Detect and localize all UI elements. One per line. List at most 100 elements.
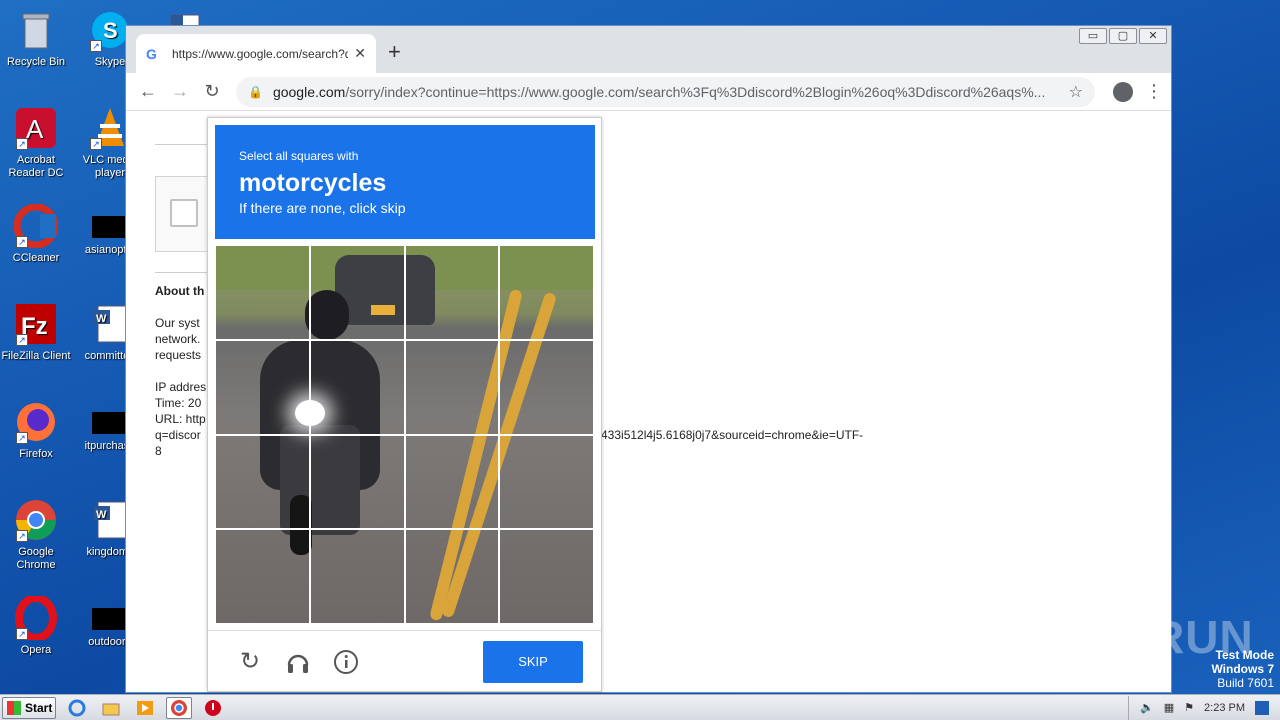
paragraph-line: requests [155, 348, 202, 362]
show-desktop-button[interactable] [1255, 700, 1269, 715]
challenge-tile[interactable] [404, 339, 500, 435]
tab-title: https://www.google.com/search?q= [172, 46, 349, 61]
challenge-tile[interactable] [215, 434, 310, 530]
bookmark-star-icon[interactable]: ☆ [1059, 82, 1083, 102]
skip-button[interactable]: SKIP [483, 640, 583, 683]
action-center-flag-icon[interactable]: ⚑ [1184, 701, 1194, 714]
desktop-icon-label: FileZilla Client [1, 350, 71, 362]
redacted-icon [92, 608, 128, 630]
reload-icon[interactable]: ↻ [198, 81, 226, 102]
shortcut-arrow-icon: ↗ [16, 432, 28, 444]
desktop-icon-chrome[interactable]: ↗ Google Chrome [0, 498, 72, 572]
network-icon[interactable]: ▦ [1164, 701, 1174, 714]
media-player-icon[interactable] [132, 697, 158, 719]
redacted-icon [92, 216, 128, 238]
google-favicon-icon: G [146, 45, 157, 62]
opera-icon: ↗ [14, 596, 58, 640]
challenge-tile[interactable] [499, 245, 594, 340]
recaptcha-checkbox[interactable] [170, 199, 198, 227]
browser-toolbar: ← → ↻ 🔒 google.com /sorry/index?continue… [126, 73, 1171, 111]
reload-challenge-icon[interactable]: ↻ [226, 642, 274, 682]
challenge-tile[interactable] [499, 434, 594, 530]
ip-address-label: IP addres [155, 380, 207, 394]
paragraph-line: Our syst [155, 316, 200, 330]
system-tray: 🔈 ▦ ⚑ 2:23 PM [1128, 695, 1280, 720]
challenge-tile[interactable] [309, 245, 405, 340]
challenge-tile[interactable] [499, 339, 594, 435]
desktop-icon-label: Acrobat Reader DC [8, 154, 64, 179]
instruction-target: motorcycles [239, 169, 387, 197]
challenge-tile[interactable] [215, 339, 310, 435]
challenge-header: Select all squares with motorcycles If t… [215, 125, 595, 239]
info-icon[interactable] [322, 642, 370, 682]
desktop-icon-recycle-bin[interactable]: Recycle Bin [0, 8, 72, 69]
instruction-hint: If there are none, click skip [239, 200, 406, 216]
svg-text:A: A [26, 114, 44, 144]
start-label: Start [25, 700, 53, 715]
internet-explorer-icon[interactable] [64, 697, 90, 719]
lock-icon: 🔒 [248, 84, 263, 99]
challenge-tile[interactable] [215, 245, 310, 340]
challenge-tile[interactable] [404, 245, 500, 340]
audio-challenge-icon[interactable] [274, 642, 322, 682]
desktop-icon-ccleaner[interactable]: ↗ CCleaner [0, 204, 72, 265]
challenge-tile[interactable] [404, 434, 500, 530]
paragraph-line: network. [155, 332, 201, 346]
divider [155, 272, 215, 273]
svg-text:W: W [96, 313, 107, 325]
desktop-icon-label: Recycle Bin [6, 56, 66, 68]
tab-close-icon[interactable]: ✕ [354, 45, 366, 62]
forward-arrow-icon[interactable]: → [166, 81, 194, 102]
url-continued: 433i512l4j5.6168j0j7&sourceid=chrome&ie=… [601, 428, 864, 442]
os-text: Windows 7 [1211, 662, 1274, 676]
page-content: About th Our syst network. requests IP a… [126, 112, 1171, 692]
address-bar[interactable]: 🔒 google.com /sorry/index?continue=https… [236, 76, 1095, 107]
desktop-icon-filezilla[interactable]: Fz ↗ FileZilla Client [0, 302, 72, 363]
challenge-tile[interactable] [499, 529, 594, 624]
volume-icon[interactable]: 🔈 [1140, 701, 1154, 714]
challenge-tile[interactable] [215, 529, 310, 624]
shortcut-arrow-icon: ↗ [90, 138, 102, 150]
time-label: Time: 20 [155, 396, 202, 410]
divider [155, 144, 215, 145]
chrome-taskbar-icon[interactable] [166, 696, 192, 719]
desktop-icon-label: Firefox [19, 448, 53, 460]
windows-logo-icon [7, 700, 21, 715]
desktop-icon-opera[interactable]: ↗ Opera [0, 596, 72, 657]
stop-icon[interactable] [200, 697, 226, 719]
minimize-button[interactable]: ▭ [1079, 28, 1107, 44]
recycle-bin-icon [14, 8, 58, 52]
challenge-footer: ↻ SKIP [208, 630, 601, 692]
window-controls: ▭ ▢ ✕ [1077, 28, 1167, 44]
back-arrow-icon[interactable]: ← [134, 81, 162, 102]
taskbar: Start 🔈 ▦ ⚑ 2:23 PM [0, 694, 1280, 720]
restore-button[interactable]: ▢ [1109, 28, 1137, 44]
filezilla-icon: Fz ↗ [14, 302, 58, 346]
browser-tab[interactable]: G https://www.google.com/search?q= ✕ [136, 34, 376, 73]
challenge-tile[interactable] [309, 529, 405, 624]
close-window-button[interactable]: ✕ [1139, 28, 1167, 44]
new-tab-button[interactable]: + [388, 39, 401, 65]
clock[interactable]: 2:23 PM [1204, 702, 1245, 714]
shortcut-arrow-icon: ↗ [90, 40, 102, 52]
file-explorer-icon[interactable] [98, 697, 124, 719]
shortcut-arrow-icon: ↗ [16, 628, 28, 640]
start-button[interactable]: Start [2, 696, 56, 719]
browser-menu-icon[interactable]: ⋮ [1145, 81, 1163, 102]
build-text: Build 7601 [1217, 676, 1274, 690]
profile-avatar-icon[interactable] [1113, 81, 1133, 102]
challenge-tile[interactable] [309, 434, 405, 530]
url-path: /sorry/index?continue=https://www.google… [345, 83, 1046, 100]
test-mode-watermark: Test Mode Windows 7 Build 7601 [1211, 648, 1274, 690]
url-label: URL: http [155, 412, 206, 426]
recaptcha-challenge: Select all squares with motorcycles If t… [207, 117, 602, 692]
instruction-text: Select all squares with [239, 149, 359, 163]
shortcut-arrow-icon: ↗ [16, 236, 28, 248]
challenge-tile[interactable] [404, 529, 500, 624]
url-host: google.com [272, 83, 346, 100]
test-mode-text: Test Mode [1215, 648, 1274, 662]
desktop-icon-firefox[interactable]: ↗ Firefox [0, 400, 72, 461]
desktop-icon-acrobat[interactable]: A ↗ Acrobat Reader DC [0, 106, 72, 180]
svg-text:W: W [96, 509, 107, 521]
challenge-tile[interactable] [309, 339, 405, 435]
